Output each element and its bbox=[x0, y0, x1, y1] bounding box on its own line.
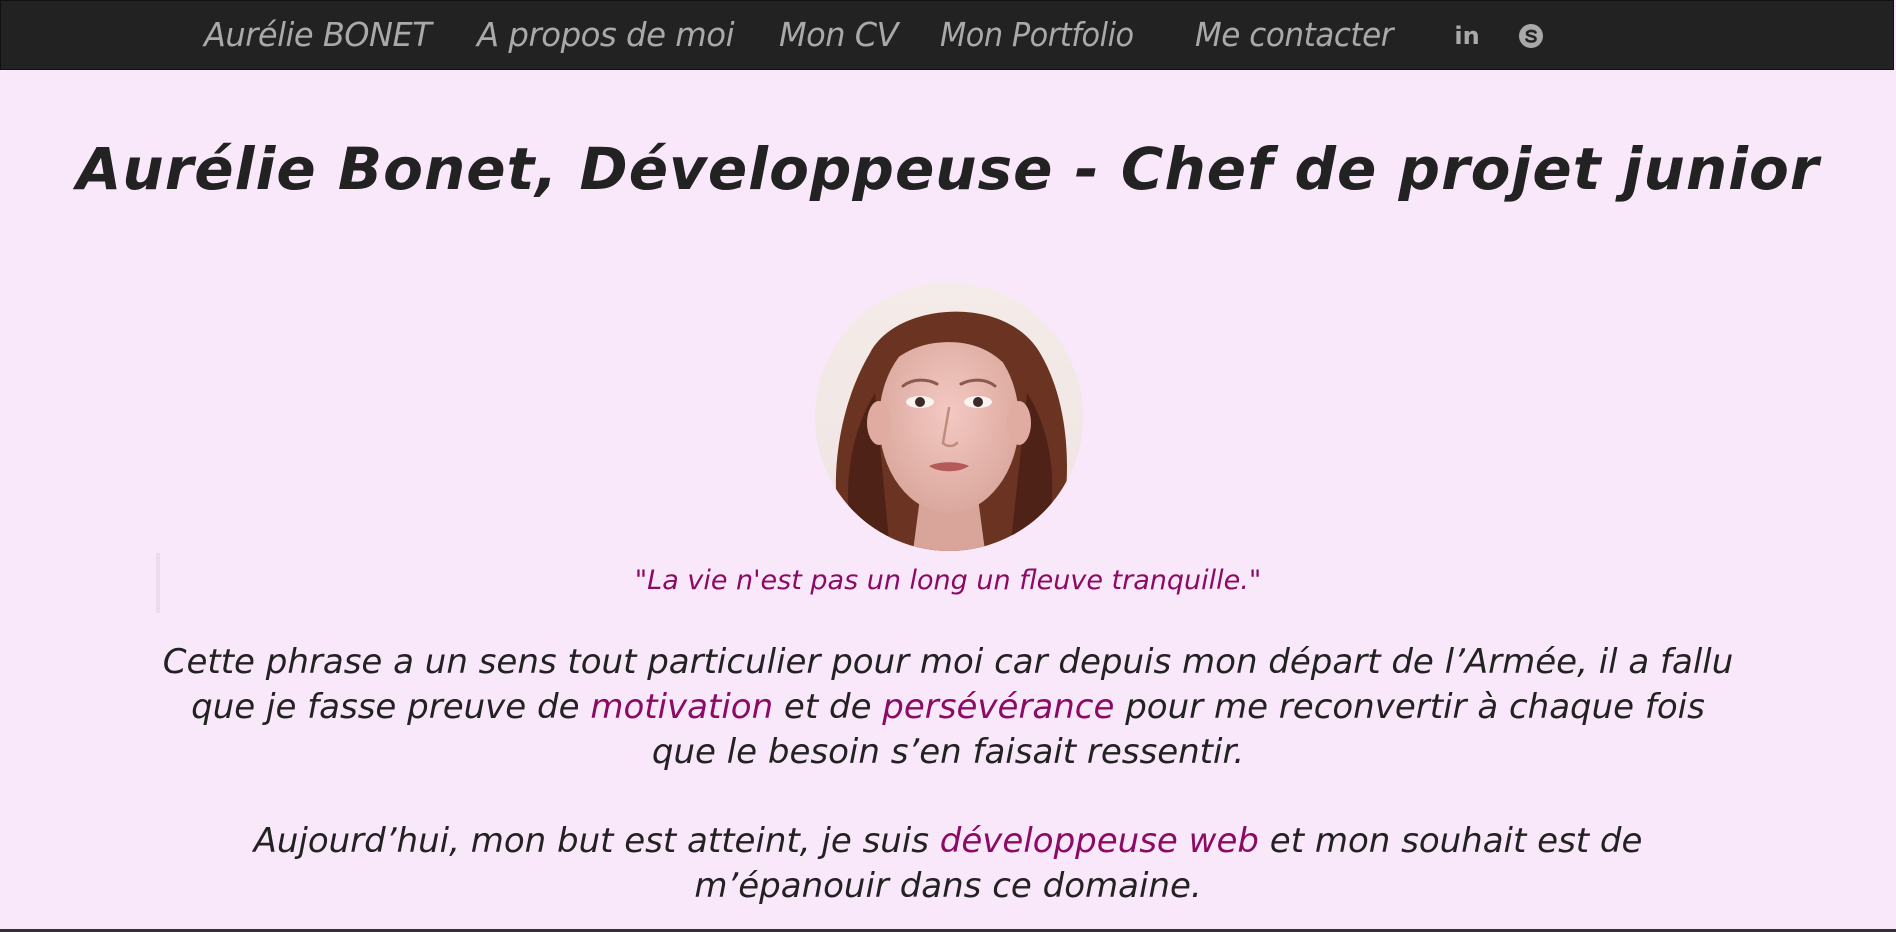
paragraph-2-text-1: Aujourd’hui, mon but est atteint, je sui… bbox=[253, 821, 940, 861]
top-navbar: Aurélie BONET A propos de moi Mon CV Mon… bbox=[0, 0, 1894, 70]
highlight-perseverance: persévérance bbox=[882, 687, 1115, 727]
highlight-web-developer: développeuse web bbox=[939, 821, 1259, 861]
nav-link-cv[interactable]: Mon CV bbox=[779, 15, 898, 54]
nav-link-contact[interactable]: Me contacter bbox=[1195, 15, 1393, 54]
highlight-motivation: motivation bbox=[590, 687, 774, 727]
skype-icon[interactable] bbox=[1516, 21, 1546, 51]
portrait-illustration bbox=[815, 283, 1083, 551]
intro-paragraph-1: Cette phrase a un sens tout particulier … bbox=[155, 640, 1741, 775]
intro-paragraph-2: Aujourd’hui, mon but est atteint, je sui… bbox=[155, 819, 1741, 909]
nav-link-portfolio[interactable]: Mon Portfolio bbox=[940, 15, 1134, 54]
nav-brand-link[interactable]: Aurélie BONET bbox=[204, 15, 432, 54]
linkedin-icon[interactable]: in bbox=[1452, 21, 1482, 51]
page-title: Aurélie Bonet, Développeuse - Chef de pr… bbox=[76, 135, 1820, 203]
linkedin-text: in bbox=[1454, 22, 1479, 50]
linkedin-glyph: in bbox=[1454, 22, 1479, 50]
motto-quote: "La vie n'est pas un long un fleuve tran… bbox=[634, 565, 1262, 596]
skype-glyph bbox=[1519, 24, 1543, 48]
profile-photo bbox=[815, 283, 1083, 551]
nav-link-about[interactable]: A propos de moi bbox=[477, 15, 735, 54]
paragraph-1-text-2: et de bbox=[773, 687, 883, 727]
